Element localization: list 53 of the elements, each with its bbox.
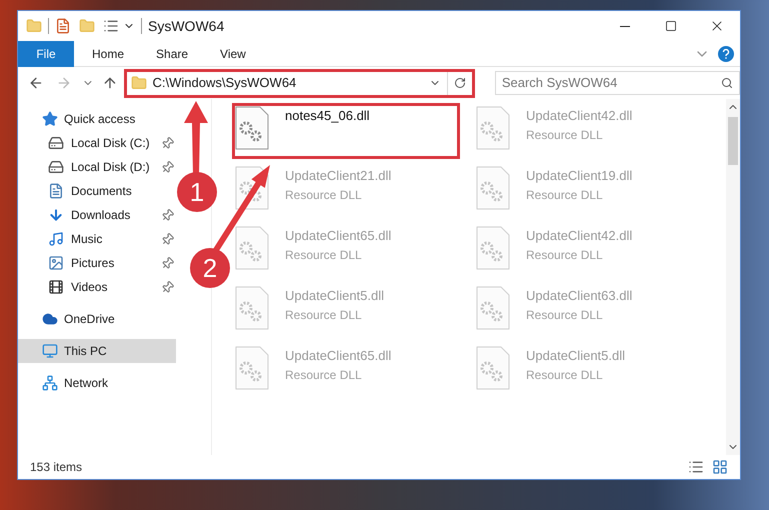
properties-icon[interactable]	[55, 18, 71, 34]
search-field[interactable]: Search SysWOW64	[494, 71, 740, 95]
picture-icon	[48, 255, 64, 271]
ribbon-tab[interactable]: Share	[142, 40, 202, 66]
folder-icon	[130, 75, 147, 91]
settings-file-icon	[476, 346, 510, 390]
settings-file-icon	[235, 226, 269, 270]
download-icon	[48, 207, 64, 223]
settings-file-icon	[476, 286, 510, 330]
ribbon-tab[interactable]: File	[18, 40, 74, 66]
maximize-icon	[665, 20, 677, 32]
details-view-icon[interactable]	[688, 459, 704, 475]
settings-file-icon	[476, 226, 510, 270]
scroll-thumb[interactable]	[728, 117, 738, 165]
settings-file-icon	[476, 166, 510, 210]
address-field[interactable]: C:\Windows\SysWOW64	[124, 68, 475, 98]
nav-item[interactable]: Music	[18, 227, 176, 251]
ribbon-tab[interactable]: View	[206, 40, 260, 66]
nav-item[interactable]: This PC	[18, 339, 176, 363]
window-title: SysWOW64	[148, 16, 224, 36]
nav-item[interactable]: Downloads	[18, 203, 176, 227]
file-item[interactable]: notes45_06.dll	[232, 103, 460, 159]
nav-item[interactable]: Videos	[18, 275, 176, 299]
nav-item[interactable]: Pictures	[18, 251, 176, 275]
nav-item[interactable]: OneDrive	[18, 307, 176, 331]
monitor-icon	[42, 343, 58, 359]
music-note-icon	[48, 231, 64, 247]
back-icon[interactable]	[28, 75, 44, 91]
up-icon[interactable]	[102, 75, 118, 91]
film-icon	[48, 279, 64, 295]
nav-item[interactable]: Documents	[18, 179, 176, 203]
star-icon	[42, 111, 58, 127]
refresh-icon[interactable]	[454, 77, 466, 89]
nav-item[interactable]: Quick access	[18, 107, 176, 131]
drive-icon	[48, 135, 64, 151]
cloud-icon	[42, 311, 58, 327]
settings-file-icon	[235, 346, 269, 390]
search-icon	[721, 77, 733, 89]
large-icons-view-icon[interactable]	[712, 459, 728, 475]
ribbon-tab[interactable]: Home	[78, 40, 138, 66]
settings-file-icon	[235, 106, 269, 150]
help-icon[interactable]	[718, 46, 734, 62]
item-count: 153 items	[30, 459, 82, 476]
settings-file-icon	[235, 286, 269, 330]
document-icon	[48, 183, 64, 199]
drive-icon	[48, 159, 64, 175]
nav-item[interactable]: Network	[18, 371, 176, 395]
settings-file-icon	[476, 106, 510, 150]
scrollbar[interactable]	[726, 99, 740, 455]
network-icon	[42, 375, 58, 391]
nav-item[interactable]: Local Disk (D:)	[18, 155, 176, 179]
view-icon[interactable]	[103, 18, 119, 34]
nav-item[interactable]: Local Disk (C:)	[18, 131, 176, 155]
